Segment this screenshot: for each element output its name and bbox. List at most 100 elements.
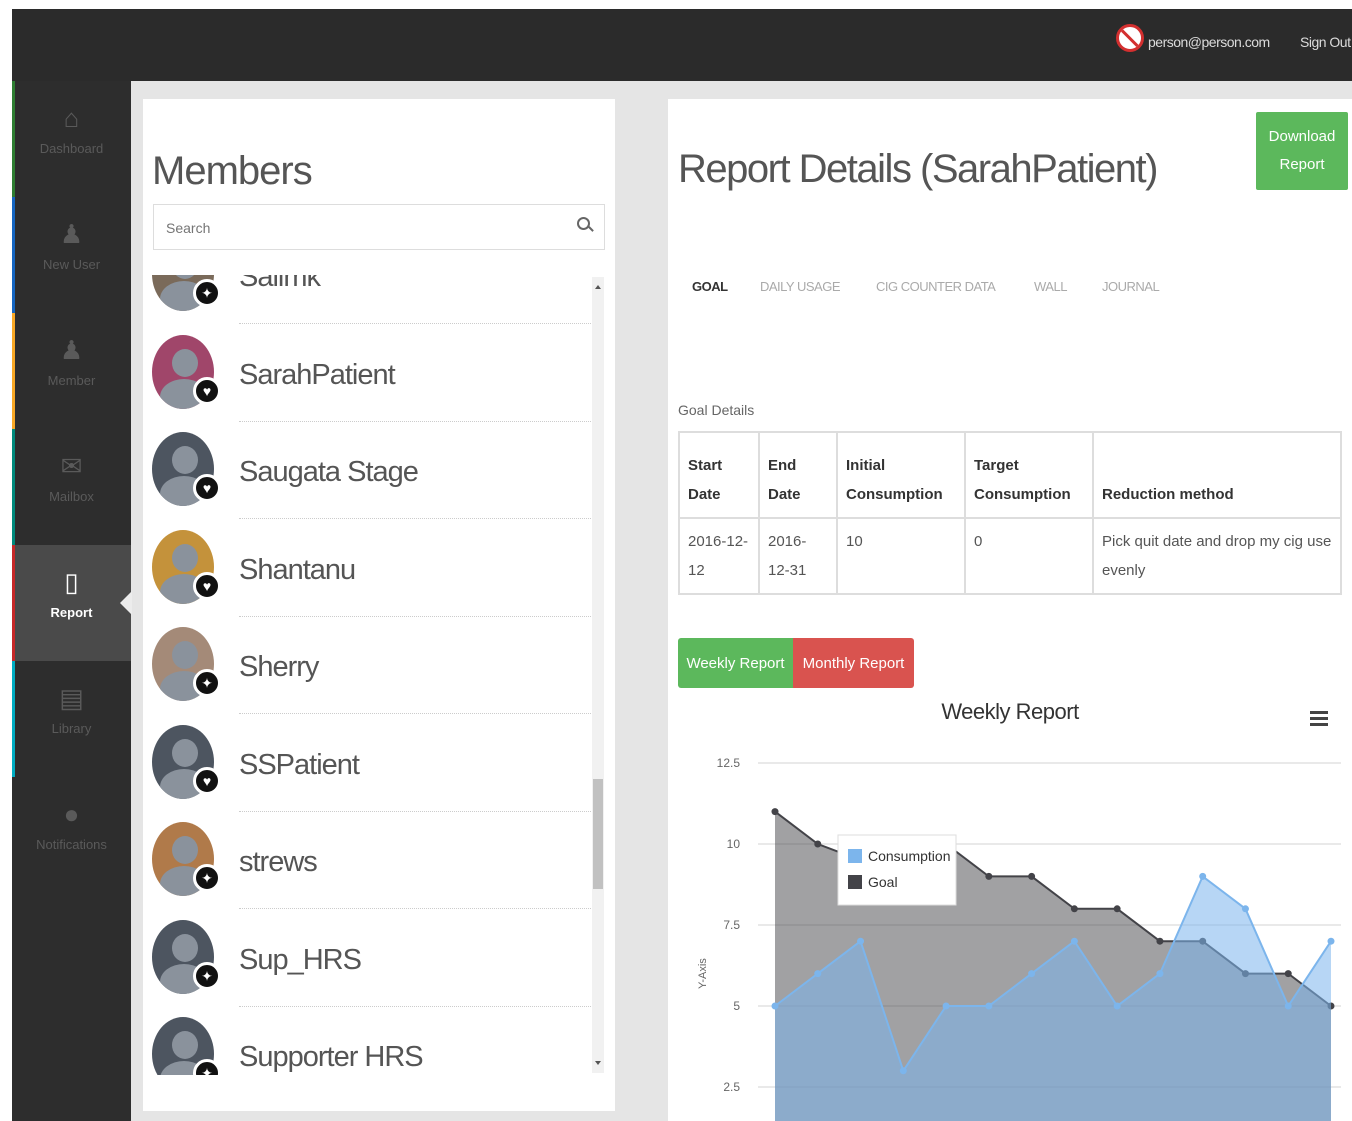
user-email[interactable]: person@person.com xyxy=(1148,34,1270,50)
chat-icon: ● xyxy=(63,799,80,829)
goal-reduction-method: Pick quit date and drop my cig use evenl… xyxy=(1092,517,1342,595)
sidebar-item-mailbox[interactable]: ✉ Mailbox xyxy=(12,429,131,545)
y-axis-label: Y-Axis xyxy=(697,958,709,989)
chart-menu-icon[interactable] xyxy=(1310,711,1328,727)
member-name: Sup_HRS xyxy=(239,943,362,976)
list-item[interactable]: ✦ Supporter HRS xyxy=(143,1007,603,1075)
member-name: Sherry xyxy=(239,651,319,683)
data-point-consumption xyxy=(857,937,865,945)
data-point-goal xyxy=(1113,905,1121,913)
user-avatar-icon[interactable] xyxy=(1116,24,1144,52)
sidebar-item-label: Member xyxy=(47,373,96,388)
data-point-goal xyxy=(771,808,779,816)
member-name: SarahPatient xyxy=(239,358,396,391)
sidebar-item-label: Report xyxy=(50,605,93,620)
member-name: Saugata Stage xyxy=(239,456,419,488)
list-item[interactable]: ✦ Sherry xyxy=(143,617,603,714)
heart-icon: ♥ xyxy=(193,376,221,405)
sidebar-item-label: Notifications xyxy=(36,837,107,852)
legend-label: Consumption xyxy=(868,848,951,864)
legend xyxy=(837,834,957,906)
goal-end-date: 2016-12-31 xyxy=(758,517,838,595)
member-name: SSPatient xyxy=(239,748,360,781)
monthly-report-button[interactable]: Monthly Report xyxy=(793,638,914,688)
goal-table-header-row: Start Date End Date Initial Consumption … xyxy=(678,431,1342,519)
tab-journal[interactable]: JOURNAL xyxy=(1102,279,1160,294)
goal-details-label: Goal Details xyxy=(678,402,755,418)
search-icon[interactable] xyxy=(577,217,590,230)
sidebar: ⌂ Dashboard ♟ New User ♟ Member ✉ Mailbo… xyxy=(12,81,132,1121)
handshake-icon: ✦ xyxy=(193,669,221,697)
goal-table-header: Reduction method xyxy=(1092,431,1342,519)
sidebar-item-label: Dashboard xyxy=(39,141,104,156)
scrollbar-thumb[interactable] xyxy=(593,779,603,889)
data-point-consumption xyxy=(1284,1002,1292,1010)
data-point-consumption xyxy=(985,1002,993,1010)
data-point-consumption xyxy=(1156,970,1164,978)
tab-cig-counter-data[interactable]: CIG COUNTER DATA xyxy=(876,279,996,294)
data-point-consumption xyxy=(814,970,822,978)
tab-daily-usage[interactable]: DAILY USAGE xyxy=(760,279,841,294)
data-point-consumption xyxy=(1241,905,1249,913)
active-caret xyxy=(120,591,132,615)
list-item[interactable]: ✦ Sup_HRS xyxy=(143,910,603,1007)
list-item[interactable]: ✦ Salimk xyxy=(143,275,603,324)
heart-icon: ♥ xyxy=(193,571,221,600)
sidebar-item-library[interactable]: ▤ Library xyxy=(12,661,131,777)
book-icon: ▤ xyxy=(59,683,84,713)
list-item[interactable]: ♥ SSPatient xyxy=(143,715,603,812)
sidebar-item-new-user[interactable]: ♟ New User xyxy=(12,197,131,313)
goal-start-date: 2016-12-12 xyxy=(678,517,760,595)
member-list-scrollbar[interactable] xyxy=(592,277,604,1073)
download-report-button[interactable]: Download Report xyxy=(1256,112,1348,190)
goal-target-consumption: 0 xyxy=(964,517,1094,595)
heart-icon: ♥ xyxy=(193,474,221,502)
sidebar-item-notifications[interactable]: ● Notifications xyxy=(12,777,131,893)
scroll-down-icon[interactable] xyxy=(595,1061,601,1065)
list-item[interactable]: ✦ strews xyxy=(143,812,603,909)
data-point-consumption xyxy=(1028,970,1036,978)
goal-table-header: End Date xyxy=(758,431,838,519)
handshake-icon: ✦ xyxy=(193,1059,221,1075)
list-item[interactable]: ♥ Saugata Stage xyxy=(143,422,603,519)
member-name: strews xyxy=(239,846,318,878)
y-tick-label: 12.5 xyxy=(717,756,741,770)
sidebar-item-label: Mailbox xyxy=(49,489,94,504)
data-point-consumption xyxy=(1327,937,1335,945)
member-name: Supporter HRS xyxy=(239,1041,424,1073)
sidebar-item-report[interactable]: ▯ Report xyxy=(12,545,132,661)
tab-goal[interactable]: GOAL xyxy=(692,279,728,294)
sign-out-link[interactable]: Sign Out xyxy=(1300,34,1351,50)
tab-wall[interactable]: WALL xyxy=(1034,279,1067,294)
scroll-up-icon[interactable] xyxy=(595,285,601,289)
goal-table-header: Start Date xyxy=(678,431,760,519)
chart-title: Weekly Report xyxy=(941,699,1079,724)
members-title: Members xyxy=(152,149,313,193)
data-point-goal xyxy=(1284,970,1292,978)
group-icon: ♟ xyxy=(59,335,84,365)
list-item[interactable]: ♥ SarahPatient xyxy=(143,325,603,422)
sidebar-item-member[interactable]: ♟ Member xyxy=(12,313,131,429)
sidebar-item-dashboard[interactable]: ⌂ Dashboard xyxy=(12,81,131,197)
goal-table-header: Initial Consumption xyxy=(836,431,966,519)
goal-initial-consumption: 10 xyxy=(836,517,966,595)
report-icon: ▯ xyxy=(64,567,79,597)
sidebar-item-label: Library xyxy=(51,721,92,736)
sidebar-item-label: New User xyxy=(42,257,101,272)
weekly-report-chart: 12.5 10 7.5 5 2.5 Y-Axis Consumption Goal xyxy=(697,756,1341,1121)
app-frame: person@person.com Sign Out ⌂ Dashboard ♟… xyxy=(12,9,1352,1121)
member-list: ✦ Salimk ♥ SarahPatient ♥ Saugata Stage ♥ Shant… xyxy=(143,275,603,1075)
data-point-consumption xyxy=(771,1002,779,1010)
weekly-report-button[interactable]: Weekly Report xyxy=(678,638,793,688)
report-title: Report Details (SarahPatient) xyxy=(678,147,1158,191)
data-point-goal xyxy=(985,872,993,880)
data-point-goal xyxy=(1156,937,1164,945)
add-user-icon: ♟ xyxy=(59,219,84,249)
search-input[interactable] xyxy=(154,205,568,251)
data-point-consumption xyxy=(1070,937,1078,945)
goal-table: Start Date End Date Initial Consumption … xyxy=(678,431,1342,595)
report-panel: Report Details (SarahPatient) Download R… xyxy=(668,99,1352,1121)
member-search xyxy=(153,204,605,251)
list-item[interactable]: ♥ Shantanu xyxy=(143,520,603,617)
data-point-goal xyxy=(1028,872,1036,880)
